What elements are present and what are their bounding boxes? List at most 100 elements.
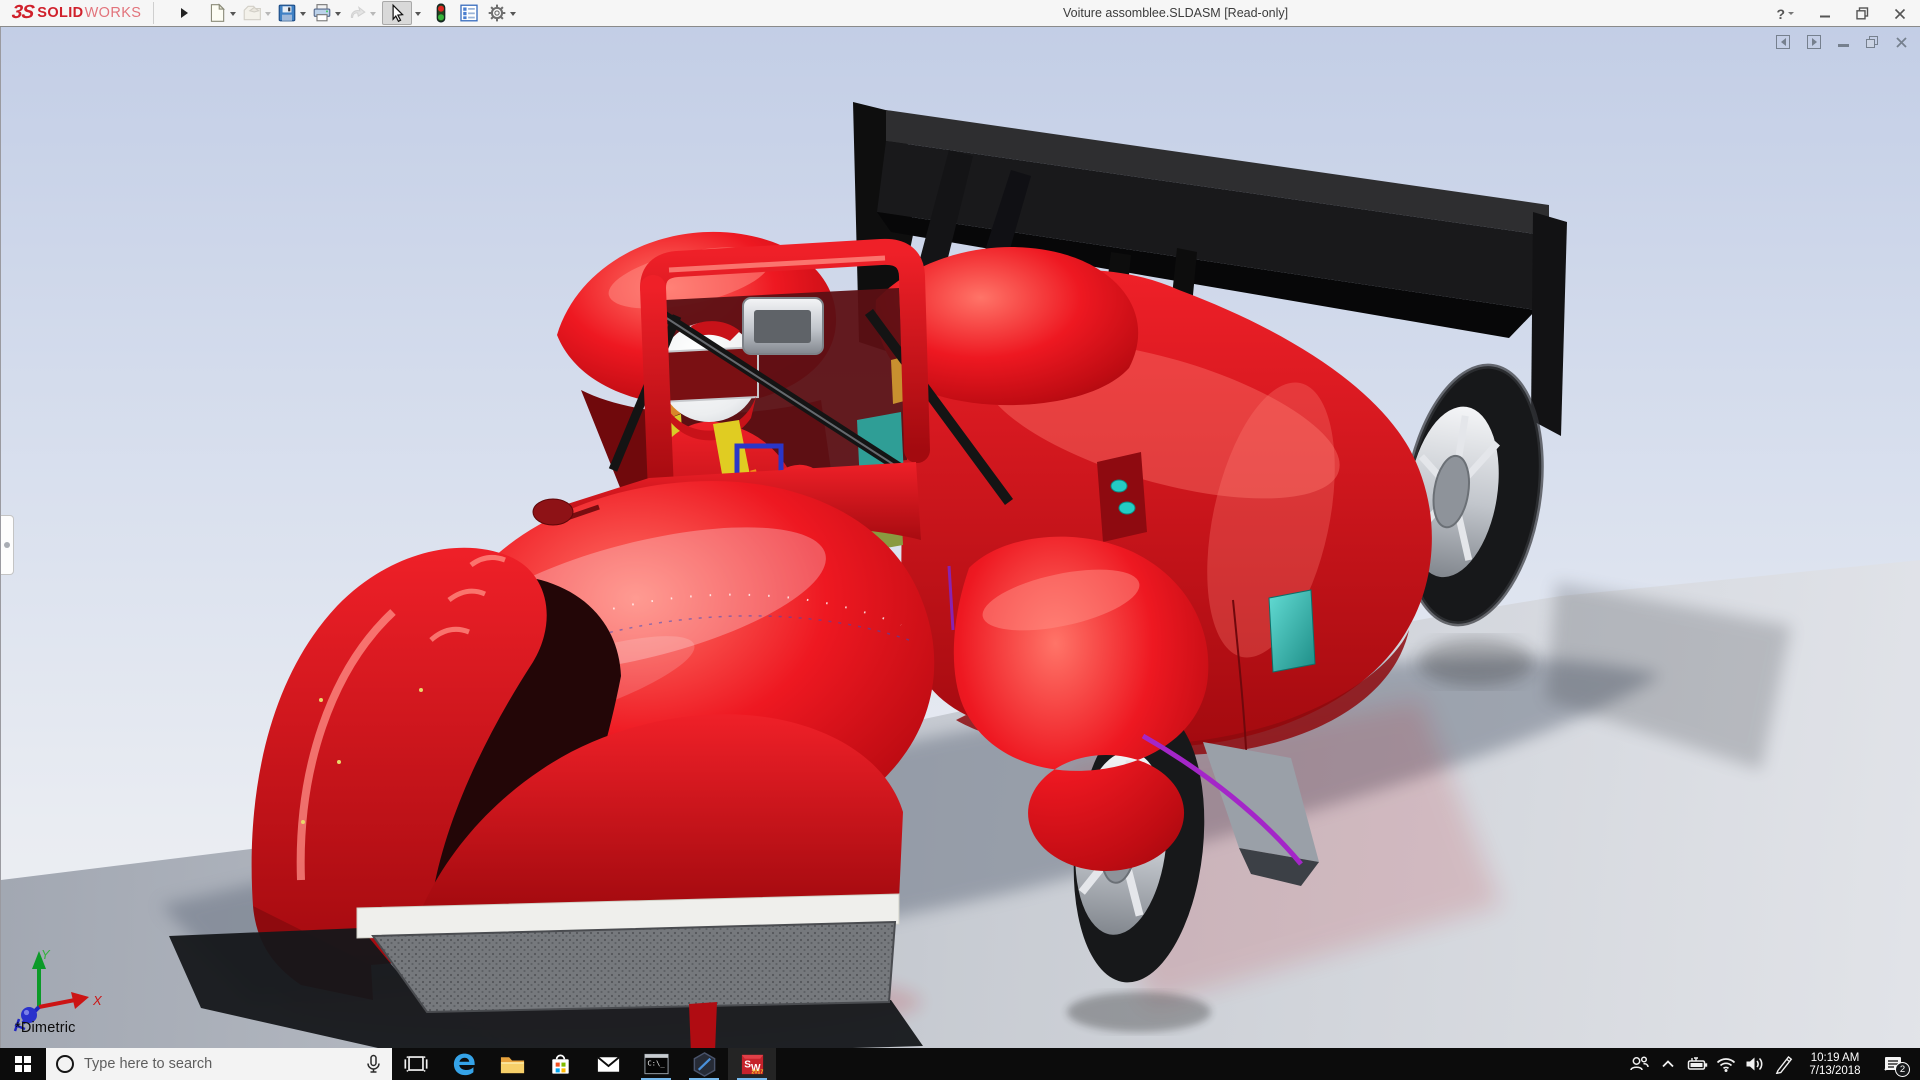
taskbar: C:\_ SW2017 <box>0 1048 1920 1080</box>
battery-button[interactable] <box>1682 1048 1711 1080</box>
print-button[interactable] <box>311 1 345 25</box>
windows-ink-icon <box>1775 1056 1792 1074</box>
ds-logo-mark: 3S <box>10 2 35 23</box>
restore-button[interactable] <box>1856 0 1869 27</box>
properties-list-icon <box>460 4 478 22</box>
open-folder-icon <box>243 5 261 21</box>
task-view-icon <box>404 1056 428 1072</box>
edge-button[interactable] <box>440 1048 488 1080</box>
doc-close-icon[interactable] <box>1895 36 1908 49</box>
new-document-button[interactable] <box>206 1 240 25</box>
close-button[interactable] <box>1894 0 1906 27</box>
volume-icon <box>1746 1057 1762 1071</box>
action-center-button[interactable]: 2 <box>1872 1048 1914 1080</box>
options-button[interactable] <box>486 1 520 25</box>
teal-button <box>1110 479 1128 493</box>
document-window-controls <box>1776 35 1908 49</box>
solidworks-2017-icon: S W2017 <box>741 1054 763 1075</box>
clock-time: 10:19 AM <box>1810 1051 1860 1064</box>
sw-year: 2017 <box>751 1069 763 1075</box>
task-view-button[interactable] <box>392 1048 440 1080</box>
dropdown-caret-icon[interactable] <box>370 12 376 16</box>
file-properties-button[interactable] <box>458 1 480 25</box>
solidworks-2017-button[interactable]: S W 2017 <box>728 1048 776 1080</box>
menu-expand-arrow-icon[interactable] <box>176 3 192 23</box>
logo-text-works: WORKS <box>84 5 142 21</box>
graphics-viewport[interactable]: Y X *Dimetric <box>0 27 1920 1048</box>
minimize-button[interactable] <box>1819 0 1831 27</box>
collapsed-panel-tab[interactable] <box>1 515 14 575</box>
restore-icon <box>1856 7 1869 20</box>
wifi-icon <box>1716 1058 1735 1072</box>
search-input[interactable] <box>84 1056 355 1072</box>
microphone-icon[interactable] <box>365 1054 382 1074</box>
file-explorer-icon <box>500 1056 524 1073</box>
start-button[interactable] <box>0 1048 46 1080</box>
command-prompt-button[interactable]: C:\_ <box>632 1048 680 1080</box>
wheel-reflection <box>1418 638 1534 686</box>
save-floppy-icon <box>278 4 296 22</box>
taskbar-search[interactable] <box>46 1048 392 1080</box>
previous-pane-icon[interactable] <box>1776 35 1790 49</box>
quick-toolbar <box>206 0 521 26</box>
composer-hexagon-icon <box>693 1051 715 1077</box>
minimize-icon <box>1820 15 1830 17</box>
undo-arrow-icon <box>350 5 366 18</box>
battery-icon <box>1687 1057 1707 1070</box>
rebuild-button[interactable] <box>430 1 452 25</box>
panel-tab-dot <box>4 542 10 548</box>
volume-button[interactable] <box>1740 1048 1769 1080</box>
microsoft-store-icon <box>551 1053 569 1074</box>
new-document-icon <box>210 3 226 22</box>
3d-scene[interactable] <box>1 27 1920 1048</box>
save-button[interactable] <box>276 1 310 25</box>
hidden-icons-chevron-icon <box>1661 1060 1674 1068</box>
windows-ink-button[interactable] <box>1769 1048 1798 1080</box>
printer-icon <box>313 4 331 22</box>
dropdown-caret-icon[interactable] <box>265 12 271 16</box>
side-panel <box>1097 452 1147 542</box>
help-icon: ? <box>1776 5 1785 22</box>
select-active-frame <box>382 1 412 25</box>
people-icon <box>1629 1056 1649 1071</box>
doc-restore-icon[interactable] <box>1866 36 1878 48</box>
mail-button[interactable] <box>584 1048 632 1080</box>
undo-button[interactable] <box>346 1 380 25</box>
taskbar-clock[interactable]: 10:19 AM 7/13/2018 <box>1798 1051 1872 1078</box>
dropdown-caret-icon[interactable] <box>230 12 236 16</box>
windows-logo-icon <box>15 1056 31 1072</box>
people-button[interactable] <box>1624 1048 1653 1080</box>
logo-separator <box>153 2 155 24</box>
solidworks-window: 3S SOLID WORKS Voiture assomblee.SLDASM … <box>0 0 1920 1080</box>
helmet-visor <box>659 345 759 404</box>
wifi-button[interactable] <box>1711 1048 1740 1080</box>
dropdown-caret-icon[interactable] <box>335 12 341 16</box>
dropdown-caret-icon <box>1788 12 1794 15</box>
notification-badge: 2 <box>1895 1062 1910 1077</box>
select-tool-button[interactable] <box>381 1 425 25</box>
help-button[interactable]: ? <box>1776 0 1794 27</box>
next-pane-icon[interactable] <box>1807 35 1821 49</box>
window-controls: ? <box>1776 0 1906 27</box>
open-button[interactable] <box>241 1 275 25</box>
dropdown-caret-icon[interactable] <box>415 12 421 16</box>
radiator-mesh <box>371 920 897 1014</box>
cortana-icon <box>56 1055 74 1073</box>
system-tray: 10:19 AM 7/13/2018 2 <box>1624 1048 1920 1080</box>
windscreen-pillar <box>640 275 674 505</box>
traffic-light-icon <box>436 3 446 23</box>
dropdown-caret-icon[interactable] <box>510 12 516 16</box>
nose-post <box>689 1002 717 1048</box>
edge-icon <box>453 1053 475 1075</box>
dropdown-caret-icon[interactable] <box>300 12 306 16</box>
mirror-glass <box>754 310 811 343</box>
composer-hexagon-button[interactable] <box>680 1048 728 1080</box>
view-orientation-label: *Dimetric <box>15 1020 76 1036</box>
select-cursor-icon <box>392 3 404 23</box>
hidden-icons-button[interactable] <box>1653 1048 1682 1080</box>
door-window-teal <box>1268 589 1316 673</box>
microsoft-store-button[interactable] <box>536 1048 584 1080</box>
file-explorer-button[interactable] <box>488 1048 536 1080</box>
doc-minimize-icon[interactable] <box>1838 37 1849 47</box>
clock-date: 7/13/2018 <box>1809 1064 1861 1077</box>
